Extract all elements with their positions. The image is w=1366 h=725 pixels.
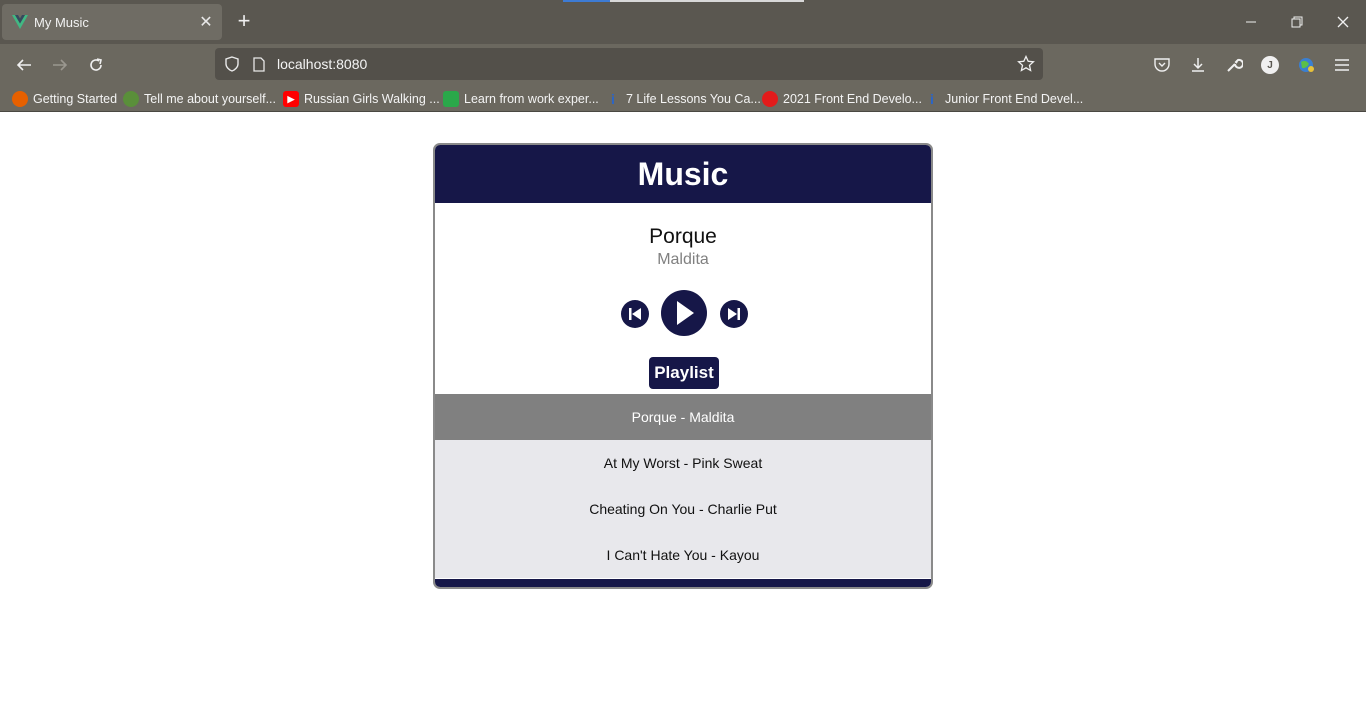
next-button[interactable]: [720, 300, 748, 328]
browser-tab[interactable]: My Music ✕: [2, 4, 222, 40]
tab-strip-indicator-secondary: [610, 0, 804, 2]
track-item[interactable]: Porque - Maldita: [435, 394, 931, 440]
bookmark-label: Getting Started: [33, 92, 118, 106]
reload-icon: [90, 58, 102, 71]
new-tab-button[interactable]: +: [232, 10, 256, 34]
play-icon: [677, 301, 694, 325]
info-icon: i: [611, 91, 615, 107]
profile-avatar[interactable]: J: [1258, 53, 1282, 77]
avatar: J: [1261, 56, 1279, 74]
download-icon[interactable]: [1186, 53, 1210, 77]
youtube-icon: ▶: [283, 91, 299, 107]
arrow-right-icon: [53, 59, 68, 71]
browser-titlebar: My Music ✕ +: [0, 0, 1366, 44]
play-button[interactable]: [661, 290, 707, 336]
skip-previous-icon: [629, 308, 641, 320]
reload-button[interactable]: [82, 52, 110, 78]
app-title: Music: [637, 155, 729, 192]
bookmark-item[interactable]: Learn from work exper...: [443, 90, 599, 108]
forward-button[interactable]: [46, 52, 74, 78]
skip-next-icon: [728, 308, 740, 320]
track-item[interactable]: At My Worst - Pink Sweat: [435, 440, 931, 486]
restore-button[interactable]: [1274, 8, 1320, 36]
close-window-button[interactable]: [1320, 8, 1366, 36]
arrow-left-icon: [16, 59, 31, 71]
tab-strip-indicator: [563, 0, 610, 2]
extension-globe-icon[interactable]: [1294, 53, 1318, 77]
bookmarks-bar: Getting Started Tell me about yourself..…: [0, 86, 1366, 112]
player-footer: [435, 579, 931, 587]
current-song-artist: Maldita: [657, 251, 709, 268]
menu-icon[interactable]: [1330, 53, 1354, 77]
playback-controls: [435, 289, 931, 337]
bookmark-label: Learn from work exper...: [464, 92, 599, 106]
shield-icon[interactable]: [223, 55, 241, 73]
gfg-icon: [762, 91, 778, 107]
browser-navbar: localhost:8080 J: [0, 44, 1366, 86]
firefox-icon: [12, 91, 28, 107]
leaf-icon: [123, 91, 139, 107]
vue-icon: [12, 14, 28, 30]
player-header: Music: [435, 145, 931, 203]
address-bar[interactable]: localhost:8080: [215, 48, 1043, 80]
track-list: Porque - Maldita At My Worst - Pink Swea…: [435, 394, 931, 578]
bookmark-item[interactable]: i 7 Life Lessons You Ca...: [605, 90, 761, 108]
minimize-button[interactable]: [1228, 8, 1274, 36]
tab-title: My Music: [34, 14, 89, 30]
bookmark-item[interactable]: Getting Started: [12, 90, 117, 108]
bookmark-label: Russian Girls Walking ...: [304, 92, 440, 106]
pocket-icon[interactable]: [1150, 53, 1174, 77]
music-player: Music Porque Maldita Playlist Porque - M…: [433, 143, 933, 589]
close-tab-icon[interactable]: ✕: [194, 10, 218, 34]
bookmark-item[interactable]: ▶ Russian Girls Walking ...: [283, 90, 440, 108]
url-text[interactable]: localhost:8080: [277, 56, 367, 72]
edge-icon: [443, 91, 459, 107]
bookmark-item[interactable]: i Junior Front End Devel...: [924, 90, 1083, 108]
playlist-button[interactable]: Playlist: [649, 357, 719, 389]
bookmark-item[interactable]: Tell me about yourself...: [123, 90, 276, 108]
track-item[interactable]: I Can't Hate You - Kayou: [435, 532, 931, 578]
bookmark-label: 2021 Front End Develo...: [783, 92, 922, 106]
bookmark-label: Junior Front End Devel...: [945, 92, 1084, 106]
star-icon[interactable]: [1017, 55, 1035, 73]
previous-button[interactable]: [621, 300, 649, 328]
page-icon: [250, 55, 268, 73]
track-item[interactable]: Cheating On You - Charlie Put: [435, 486, 931, 532]
bookmark-item[interactable]: 2021 Front End Develo...: [762, 90, 922, 108]
wrench-icon[interactable]: [1222, 53, 1246, 77]
bookmark-label: Tell me about yourself...: [144, 92, 277, 106]
current-song-title: Porque: [649, 225, 717, 248]
bookmark-label: 7 Life Lessons You Ca...: [626, 92, 761, 106]
back-button[interactable]: [10, 52, 38, 78]
info-icon: i: [930, 91, 934, 107]
